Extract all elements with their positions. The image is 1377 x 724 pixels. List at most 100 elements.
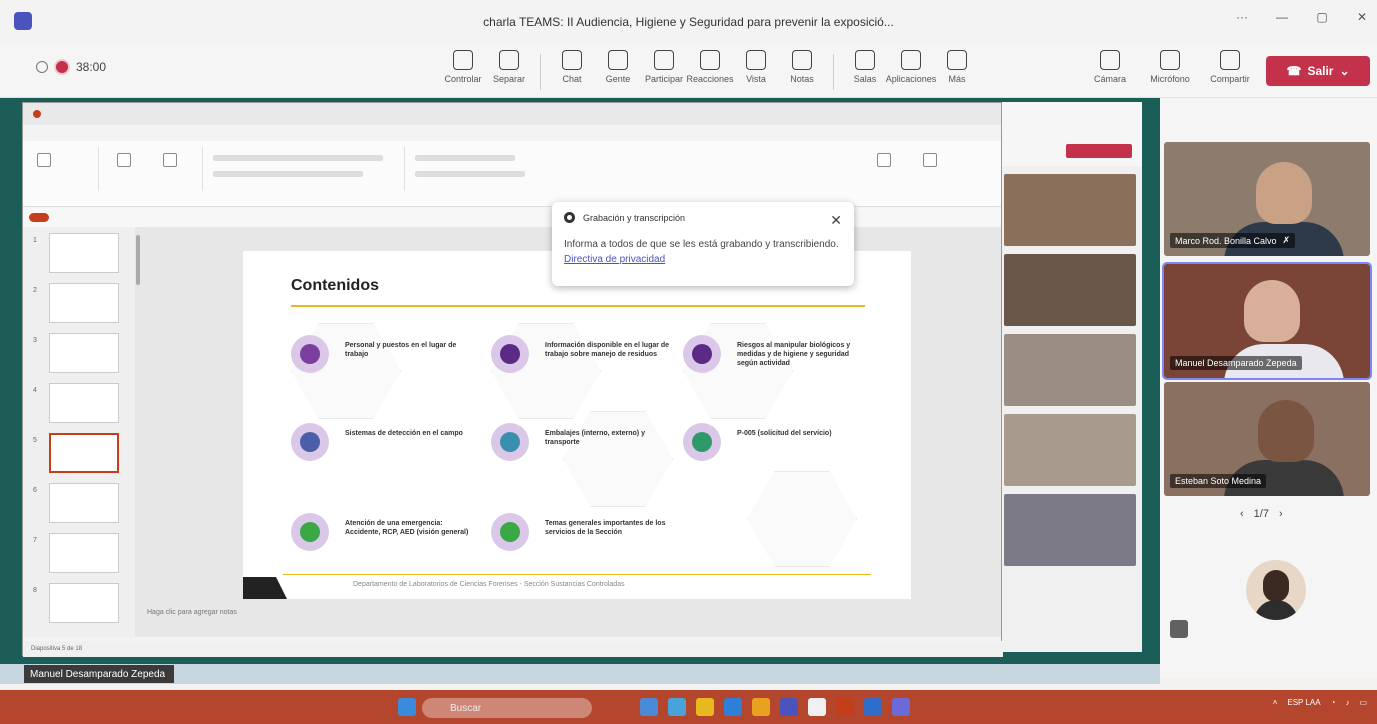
edge-icon[interactable] [724, 698, 742, 716]
toolbar-chat-button[interactable]: Chat [549, 50, 595, 94]
topic-icon [291, 423, 329, 461]
notes-placeholder[interactable]: Haga clic para agregar notas [147, 609, 237, 616]
toolbar-separar-button[interactable]: Separar [486, 50, 532, 94]
slide-thumbnail[interactable] [49, 333, 119, 373]
slide-thumbnail[interactable] [49, 283, 119, 323]
battery-icon[interactable]: ▭ [1359, 698, 1367, 707]
language-indicator[interactable]: ESP LAA [1287, 698, 1320, 707]
slide-footer: Departamento de Laboratorios de Ciencias… [243, 571, 911, 599]
slide-thumbnail[interactable] [49, 583, 119, 623]
explorer-icon[interactable] [696, 698, 714, 716]
search-label: Buscar [450, 702, 482, 714]
toolbar-gente-button[interactable]: Gente [595, 50, 641, 94]
meeting-timer: 38:00 [36, 60, 106, 74]
powerpoint-icon[interactable] [836, 698, 854, 716]
ppt-menu-bar [23, 125, 1001, 141]
chrome-icon[interactable] [752, 698, 770, 716]
chevron-up-icon[interactable]: ˄ [1273, 698, 1278, 707]
taskbar-search[interactable]: Buscar [422, 698, 592, 718]
slide-topic: Riesgos al manipular biológicos y medida… [683, 335, 873, 375]
toolbar-label: Gente [605, 74, 631, 84]
popup-body: Informa a todos de que se les está graba… [564, 239, 839, 250]
slide-thumbnail[interactable] [49, 383, 119, 423]
toolbar-salas-button[interactable]: Salas [842, 50, 888, 94]
topic-text: Atención de una emergencia: Accidente, R… [345, 520, 469, 536]
maximize-icon[interactable]: ▢ [1315, 10, 1329, 24]
recording-popup: Grabación y transcripción ✕ Informa a to… [552, 202, 854, 286]
slide-editor: Contenidos Departamento de Laboratorios … [141, 227, 1001, 637]
topic-text: Temas generales importantes de los servi… [545, 520, 666, 536]
participant-tile[interactable]: Manuel Desamparado Zepeda [1162, 262, 1372, 380]
window-title: charla TEAMS: II Audiencia, Higiene y Se… [483, 15, 894, 29]
topic-text: Información disponible en el lugar de tr… [545, 342, 670, 358]
more-icon [947, 50, 967, 70]
volume-icon[interactable]: ♪ [1345, 698, 1349, 707]
powerpoint-icon [33, 110, 41, 118]
media-2-button[interactable]: Compartir [1200, 50, 1260, 84]
chat-icon [562, 50, 582, 70]
thumb-number: 4 [33, 387, 37, 394]
thumb-number: 6 [33, 487, 37, 494]
slide-thumbnail[interactable] [49, 233, 119, 273]
autosave-toggle[interactable] [29, 212, 49, 222]
close-icon[interactable]: ✕ [1355, 10, 1369, 24]
windows-start-icon[interactable] [398, 698, 416, 716]
toolbar-vista-button[interactable]: Vista [733, 50, 779, 94]
wifi-icon[interactable]: ◔ [1331, 698, 1336, 707]
powerpoint-window: 1 2 3 4 5 6 7 8 Contenidos Departamento de Labo… [22, 102, 1003, 657]
toolbar-reacciones-button[interactable]: Reacciones [686, 50, 734, 94]
participant-tile[interactable]: Esteban Soto Medina [1164, 382, 1370, 496]
shield-icon [36, 61, 48, 73]
app-icon[interactable] [892, 698, 910, 716]
topic-text: Riesgos al manipular biológicos y medida… [737, 342, 851, 367]
toolbar-label: Aplicaciones [885, 74, 937, 84]
phone-icon: ☎ [1286, 64, 1302, 78]
media-label: Cámara [1093, 74, 1126, 84]
slide-thumbnail[interactable] [49, 533, 119, 573]
notes-icon[interactable] [808, 698, 826, 716]
taskview-icon[interactable] [640, 698, 658, 716]
chevron-left-icon[interactable]: ‹ [1240, 508, 1244, 520]
shared-screen: 1 2 3 4 5 6 7 8 Contenidos Departamento de Labo… [0, 98, 1160, 678]
teams-logo-icon [14, 12, 32, 30]
slide-topic: Atención de una emergencia: Accidente, R… [291, 513, 481, 553]
leave-button[interactable]: ☎ Salir ⌄ [1266, 56, 1370, 86]
avatar[interactable] [1246, 560, 1306, 620]
people-icon [608, 50, 628, 70]
raise-hand-icon [654, 50, 674, 70]
more-icon[interactable]: ··· [1235, 10, 1249, 24]
toolbar-actions: Controlar Separar Chat Gente Participar Reacc… [440, 50, 980, 94]
topic-text: Personal y puestos en el lugar de trabaj… [345, 342, 457, 358]
toolbar-notas-button[interactable]: Notas [779, 50, 825, 94]
media-1-button[interactable]: Micrófono [1140, 50, 1200, 84]
toolbar-más-button[interactable]: Más [934, 50, 980, 94]
chevron-right-icon[interactable]: › [1279, 508, 1283, 520]
widgets-icon[interactable] [668, 698, 686, 716]
media-controls: Cámara Micrófono Compartir [1080, 50, 1260, 84]
toolbar-label: Chat [562, 74, 582, 84]
department-logo [243, 577, 287, 599]
grid-icon [746, 50, 766, 70]
participant-tile[interactable]: Marco Rod. Bonilla Calvo ✗ [1164, 142, 1370, 256]
topic-icon [491, 335, 529, 373]
slide-title: Contenidos [291, 277, 379, 294]
teams-icon[interactable] [780, 698, 798, 716]
popup-title: Grabación y transcripción [583, 212, 686, 223]
record-icon [564, 212, 575, 223]
topic-icon [683, 423, 721, 461]
media-0-button[interactable]: Cámara [1080, 50, 1140, 84]
participant-name: Marco Rod. Bonilla Calvo [1175, 235, 1277, 246]
privacy-link[interactable]: Directiva de privacidad [564, 254, 665, 265]
toolbar-controlar-button[interactable]: Controlar [440, 50, 486, 94]
close-icon[interactable]: ✕ [830, 212, 842, 229]
slide-thumbnail[interactable] [49, 433, 119, 473]
slide-thumbnail[interactable] [49, 483, 119, 523]
word-icon[interactable] [864, 698, 882, 716]
toolbar-participar-button[interactable]: Participar [641, 50, 687, 94]
toolbar-aplicaciones-button[interactable]: Aplicaciones [885, 50, 937, 94]
slide-topic: Sistemas de detección en el campo [291, 423, 481, 463]
toolbar-label: Notas [790, 74, 814, 84]
minimize-icon[interactable]: — [1275, 10, 1289, 24]
toolbar-label: Participar [644, 74, 683, 84]
participant-name: Manuel Desamparado Zepeda [1175, 358, 1297, 368]
